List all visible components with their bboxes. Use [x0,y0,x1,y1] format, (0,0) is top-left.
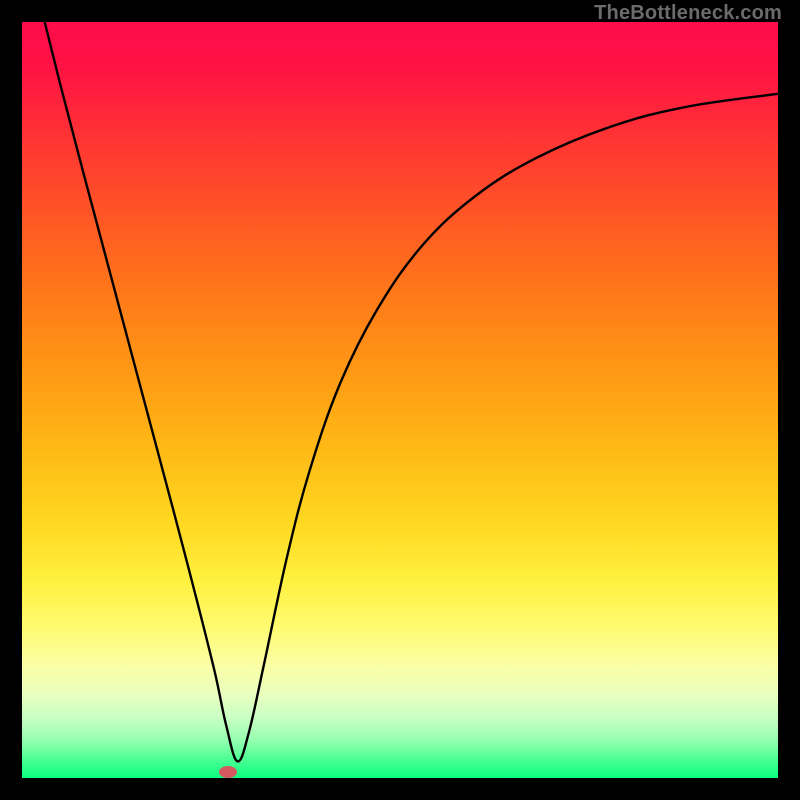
plot-area [22,22,778,778]
chart-container: TheBottleneck.com [0,0,800,800]
minimum-marker [219,766,237,778]
data-curve [45,22,778,761]
curve-svg [22,22,778,778]
